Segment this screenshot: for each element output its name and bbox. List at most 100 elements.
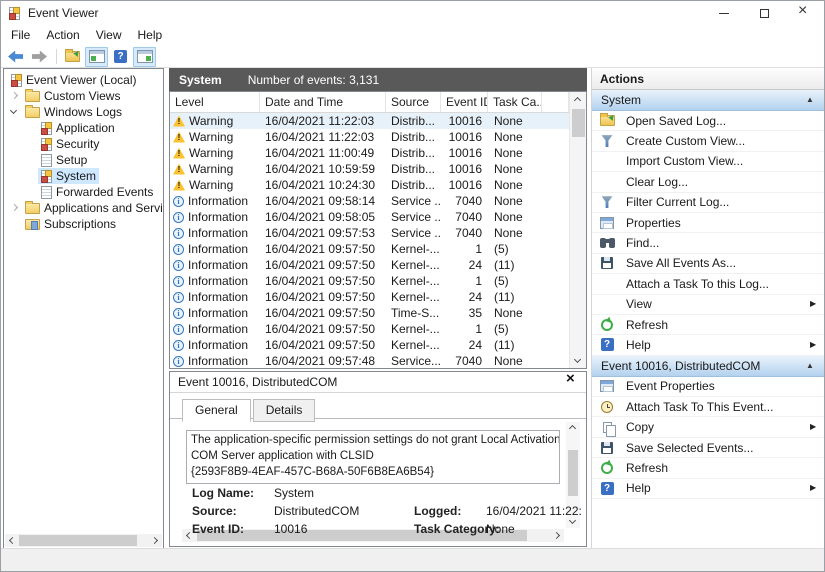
actions-section-system[interactable]: System <box>592 90 825 111</box>
menu-file[interactable]: File <box>3 25 38 46</box>
scroll-up-button[interactable] <box>570 92 587 107</box>
action-view[interactable]: View <box>592 295 825 315</box>
tree-item-application[interactable]: Application <box>4 120 163 136</box>
tree-hscrollbar[interactable] <box>5 534 162 547</box>
menu-view[interactable]: View <box>88 25 130 46</box>
action-find[interactable]: Find... <box>592 233 825 253</box>
event-row[interactable]: Information16/04/2021 09:57:50Kernel-...… <box>170 321 569 337</box>
none-icon <box>601 278 613 290</box>
warning-icon <box>173 148 185 159</box>
show-action-pane-button[interactable] <box>133 47 156 67</box>
preview-vscroll-thumb[interactable] <box>568 450 578 496</box>
tree-item-security[interactable]: Security <box>4 136 163 152</box>
action-properties[interactable]: Properties <box>592 213 825 233</box>
action-help[interactable]: Help <box>592 335 825 355</box>
tree-hscroll-track[interactable] <box>18 534 149 547</box>
action-label: Find... <box>626 236 825 250</box>
event-row[interactable]: Warning16/04/2021 10:24:30Distrib...1001… <box>170 177 569 193</box>
tree-item-subscriptions[interactable]: Subscriptions <box>4 216 163 232</box>
tree-item-event-viewer-local[interactable]: Event Viewer (Local) <box>4 72 163 88</box>
scroll-down-button[interactable] <box>570 353 587 368</box>
task-category-cell: (5) <box>488 322 542 336</box>
tree-item-windows-logs[interactable]: Windows Logs <box>4 104 163 120</box>
help-button[interactable] <box>109 47 132 67</box>
maximize-button[interactable] <box>744 1 784 25</box>
close-preview-button[interactable] <box>564 375 578 389</box>
action-copy[interactable]: Copy <box>592 417 825 437</box>
column-header-source[interactable]: Source <box>386 92 441 112</box>
vscroll-track[interactable] <box>570 107 587 353</box>
action-help[interactable]: Help <box>592 479 825 499</box>
twisty-collapsed-icon[interactable] <box>8 202 22 214</box>
tree-item-system[interactable]: System <box>4 168 163 184</box>
action-import-custom-view[interactable]: Import Custom View... <box>592 152 825 172</box>
task-category-cell: None <box>488 194 542 208</box>
event-row[interactable]: Information16/04/2021 09:57:50Kernel-...… <box>170 289 569 305</box>
action-clear-log[interactable]: Clear Log... <box>592 172 825 192</box>
action-event-properties[interactable]: Event Properties <box>592 377 825 397</box>
event-row[interactable]: Warning16/04/2021 11:22:03Distrib...1001… <box>170 129 569 145</box>
event-row[interactable]: Information16/04/2021 09:57:53Service ..… <box>170 225 569 241</box>
show-console-tree-button[interactable] <box>85 47 108 67</box>
event-row[interactable]: Warning16/04/2021 10:59:59Distrib...1001… <box>170 161 569 177</box>
action-refresh[interactable]: Refresh <box>592 458 825 478</box>
actions-section-event-10016-distributedcom[interactable]: Event 10016, DistributedCOM <box>592 356 825 377</box>
tree-item-forwarded-events[interactable]: Forwarded Events <box>4 184 163 200</box>
twisty-collapsed-icon[interactable] <box>8 90 22 102</box>
task-category-cell: (11) <box>488 290 542 304</box>
column-header-task-ca[interactable]: Task Ca... <box>488 92 542 112</box>
event-row[interactable]: Information16/04/2021 09:57:50Kernel-...… <box>170 337 569 353</box>
action-create-custom-view[interactable]: Create Custom View... <box>592 131 825 151</box>
source-cell: Distrib... <box>386 178 441 192</box>
action-label: Save All Events As... <box>626 256 825 270</box>
vscroll-thumb[interactable] <box>572 109 585 137</box>
level-text: Information <box>188 306 248 320</box>
event-row[interactable]: Information16/04/2021 09:57:50Kernel-...… <box>170 257 569 273</box>
tab-general[interactable]: General <box>182 399 251 422</box>
action-save-selected-events[interactable]: Save Selected Events... <box>592 438 825 458</box>
tree-scroll-right-button[interactable] <box>149 534 162 547</box>
event-row[interactable]: Information16/04/2021 09:57:48Service...… <box>170 353 569 368</box>
column-header-level[interactable]: Level <box>170 92 260 112</box>
preview-scroll-right-button[interactable] <box>551 529 564 542</box>
log-name: System <box>179 73 222 87</box>
action-attach-task-to-this-event[interactable]: Attach Task To This Event... <box>592 397 825 417</box>
event-row[interactable]: Information16/04/2021 09:57:50Kernel-...… <box>170 273 569 289</box>
tree-item-label-wrap: Event Viewer (Local) <box>8 72 140 88</box>
information-icon <box>173 324 184 335</box>
minimize-button[interactable] <box>704 1 744 25</box>
action-save-all-events-as[interactable]: Save All Events As... <box>592 254 825 274</box>
tree-hscroll-thumb[interactable] <box>19 535 137 546</box>
tree-item-applications-and-services-log[interactable]: Applications and Services Log <box>4 200 163 216</box>
event-row[interactable]: Warning16/04/2021 11:22:03Distrib...1001… <box>170 113 569 129</box>
event-row[interactable]: Information16/04/2021 09:57:50Kernel-...… <box>170 241 569 257</box>
menu-help[interactable]: Help <box>130 25 171 46</box>
column-header-date-and-time[interactable]: Date and Time <box>260 92 386 112</box>
event-row[interactable]: Warning16/04/2021 11:00:49Distrib...1001… <box>170 145 569 161</box>
action-refresh[interactable]: Refresh <box>592 315 825 335</box>
menu-action[interactable]: Action <box>38 25 87 46</box>
preview-scroll-up-button[interactable] <box>565 422 582 434</box>
action-attach-a-task-to-this-log[interactable]: Attach a Task To this Log... <box>592 274 825 294</box>
action-filter-current-log[interactable]: Filter Current Log... <box>592 193 825 213</box>
event-row[interactable]: Information16/04/2021 09:58:05Service ..… <box>170 209 569 225</box>
forward-button[interactable] <box>28 47 51 67</box>
column-header-event-id[interactable]: Event ID <box>441 92 488 112</box>
preview-tabs: GeneralDetails <box>170 393 586 419</box>
tab-details[interactable]: Details <box>253 399 316 422</box>
tree-item-setup[interactable]: Setup <box>4 152 163 168</box>
event-description[interactable]: The application-specific permission sett… <box>186 430 560 484</box>
refresh-icon <box>601 319 613 331</box>
tree-item-custom-views[interactable]: Custom Views <box>4 88 163 104</box>
close-button[interactable] <box>784 1 824 25</box>
open-saved-log-button[interactable] <box>61 47 84 67</box>
action-open-saved-log[interactable]: Open Saved Log... <box>592 111 825 131</box>
tree-scroll-left-button[interactable] <box>5 534 18 547</box>
twisty-expanded-icon[interactable] <box>8 106 22 118</box>
action-icon-slot <box>598 482 616 495</box>
event-row[interactable]: Information16/04/2021 09:57:50Time-S...3… <box>170 305 569 321</box>
back-button[interactable] <box>4 47 27 67</box>
source-cell: Service ... <box>386 210 441 224</box>
event-list-vscrollbar[interactable] <box>569 92 586 368</box>
event-row[interactable]: Information16/04/2021 09:58:14Service ..… <box>170 193 569 209</box>
